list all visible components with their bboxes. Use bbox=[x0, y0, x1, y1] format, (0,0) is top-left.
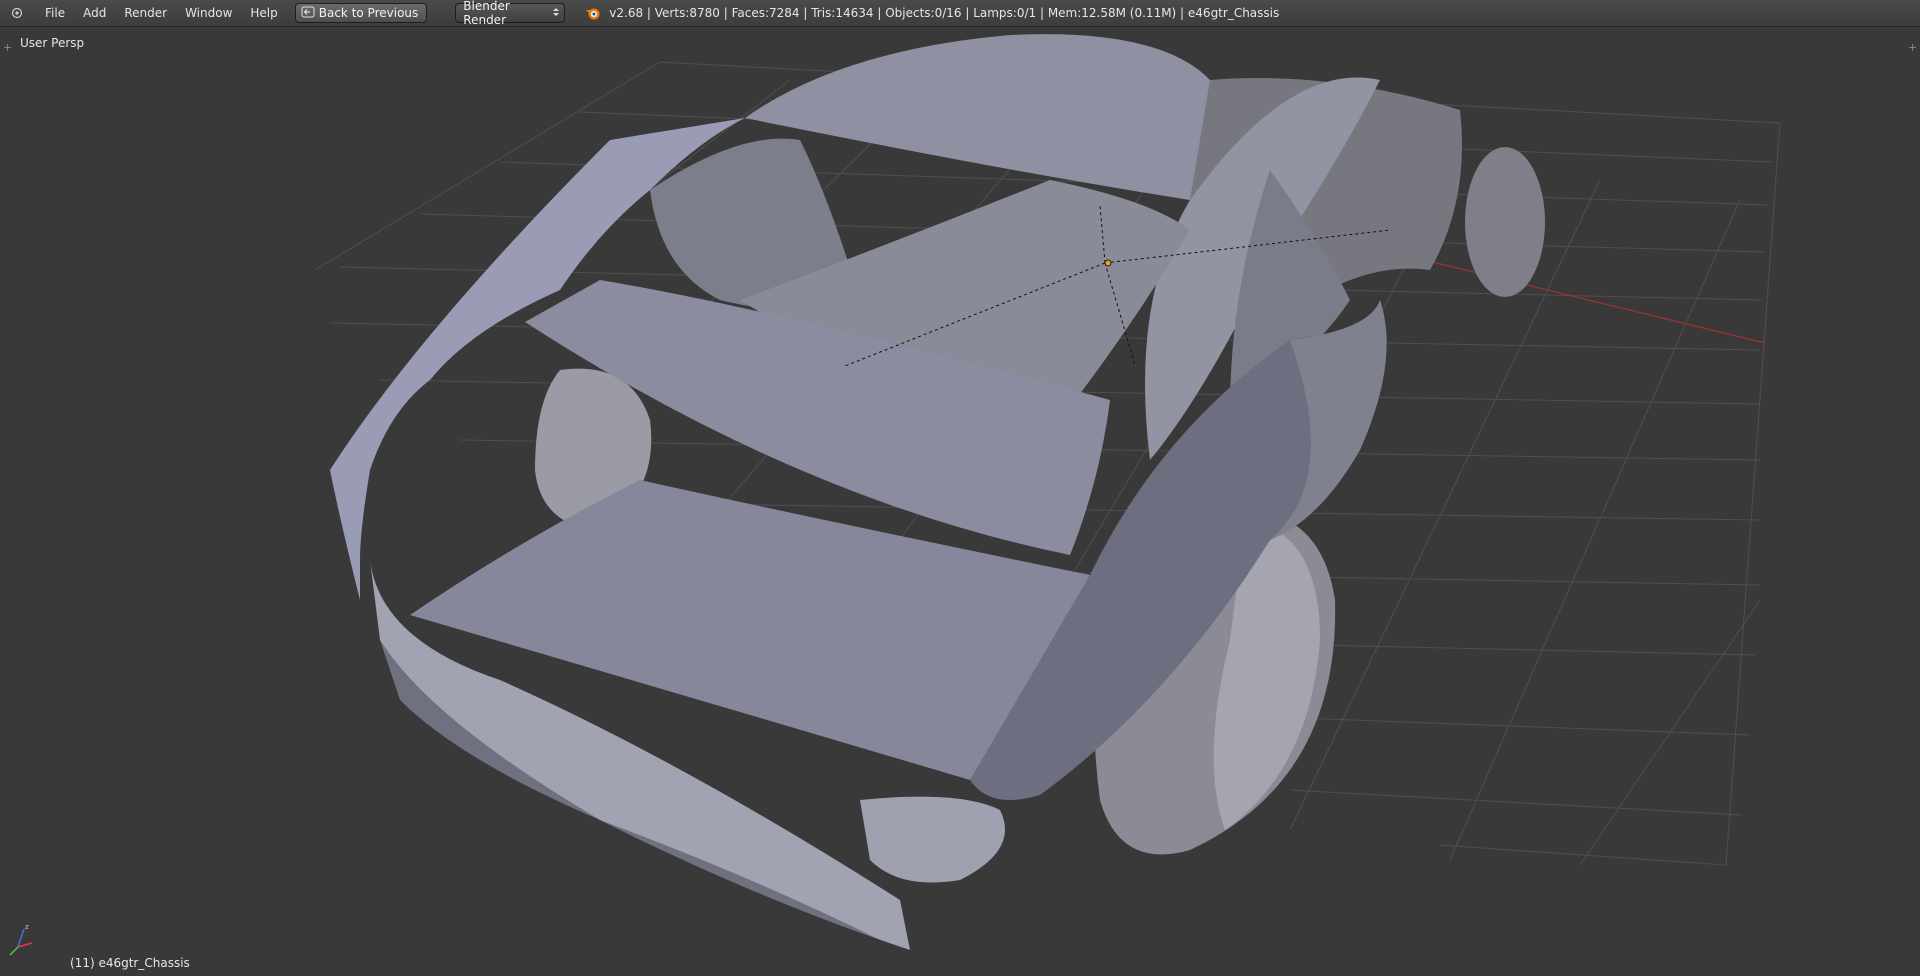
back-to-previous-label: Back to Previous bbox=[318, 6, 419, 20]
menu-file[interactable]: File bbox=[36, 0, 74, 27]
blender-window: File Add Render Window Help Back to Prev… bbox=[0, 0, 1920, 976]
axis-gizmo-icon: z bbox=[9, 923, 33, 956]
render-engine-select[interactable]: Blender Render bbox=[455, 0, 566, 27]
object-origin-dot[interactable] bbox=[1104, 259, 1112, 267]
menu-add[interactable]: Add bbox=[74, 0, 115, 27]
view-name-label: User Persp bbox=[20, 36, 85, 50]
select-arrows-icon bbox=[552, 6, 560, 21]
menu-window[interactable]: Window bbox=[176, 0, 241, 27]
viewport-scene[interactable] bbox=[0, 27, 1920, 976]
scene-stats: v2.68 | Verts:8780 | Faces:7284 | Tris:1… bbox=[609, 6, 1280, 20]
menu-render[interactable]: Render bbox=[115, 0, 176, 27]
area-split-right-icon[interactable]: + bbox=[1908, 41, 1917, 54]
render-engine-value: Blender Render bbox=[463, 0, 510, 27]
active-object-label: (11) e46gtr_Chassis bbox=[70, 956, 190, 970]
blender-logo-icon bbox=[586, 8, 600, 20]
menu-help[interactable]: Help bbox=[241, 0, 286, 27]
back-arrow-icon bbox=[301, 6, 315, 21]
editor-type-icon[interactable] bbox=[10, 6, 24, 20]
svg-text:z: z bbox=[25, 923, 29, 931]
car-chassis-model[interactable] bbox=[330, 34, 1545, 950]
info-header: File Add Render Window Help Back to Prev… bbox=[0, 0, 1920, 27]
3d-viewport[interactable]: User Persp (11) e46gtr_Chassis + + z bbox=[0, 27, 1920, 976]
area-split-left-icon[interactable]: + bbox=[3, 41, 12, 54]
back-to-previous-button[interactable]: Back to Previous bbox=[294, 3, 428, 23]
